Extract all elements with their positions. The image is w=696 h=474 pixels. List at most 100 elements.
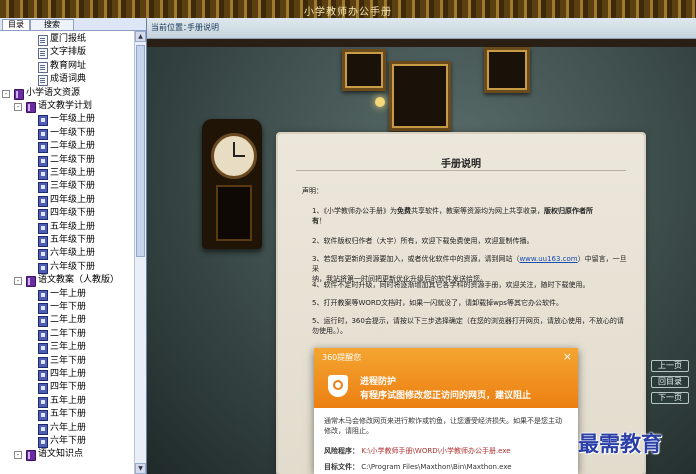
page-icon	[38, 316, 48, 328]
tree-item-label: 六年下册	[50, 436, 87, 446]
tree-item[interactable]: 四年下册	[0, 381, 134, 395]
page-icon	[38, 128, 48, 140]
tree-item[interactable]: 六年下册	[0, 435, 134, 448]
tree-item[interactable]: 文字排版	[0, 46, 134, 60]
page-icon	[38, 329, 48, 341]
close-icon[interactable]: ×	[563, 350, 572, 363]
risk-program-path[interactable]: K:\小学教师手册\WORD\小学教师办公手册.exe	[361, 447, 510, 455]
tab-search[interactable]: 搜索	[30, 19, 74, 30]
tree-item[interactable]: 二年上册	[0, 314, 134, 328]
tab-contents[interactable]: 目录	[2, 19, 30, 30]
tree-item[interactable]: 四年上册	[0, 368, 134, 381]
scroll-down-arrow-icon[interactable]: ▼	[135, 463, 146, 474]
tree-item[interactable]: 三年级上册	[0, 167, 134, 180]
tree-item[interactable]: 四年级下册	[0, 207, 134, 221]
website-link[interactable]: www.uu163.com	[519, 255, 577, 263]
tree-item-label: 小学语文资源	[26, 87, 81, 98]
tree-item[interactable]: - 语文教学计划	[0, 100, 134, 113]
page-icon	[38, 410, 48, 422]
tree-item-label: 教育网址	[50, 60, 87, 71]
tree-item[interactable]: 一年下册	[0, 301, 134, 314]
tree-item-label: 文字排版	[50, 47, 87, 58]
popup-description: 通常木马会修改网页来进行欺诈或钓鱼，让您遭受经济损失。如果不是您主动修改，请阻止…	[324, 417, 562, 435]
wall-clock-icon	[202, 119, 262, 249]
tree-item[interactable]: 二年下册	[0, 328, 134, 341]
tree-item[interactable]: 一年上册	[0, 288, 134, 301]
lamp-icon	[375, 97, 385, 107]
prev-page-button[interactable]: 上一页	[651, 360, 689, 372]
page-icon	[38, 437, 48, 448]
decorative-beam	[147, 39, 696, 47]
paragraph-5: 5、打开教案等WORD文档时，如果一闪就没了，请卸载掉wps等其它办公软件。	[312, 299, 563, 307]
scroll-up-arrow-icon[interactable]: ▲	[135, 31, 146, 42]
tree-item-label: 五年下册	[50, 409, 87, 420]
tree-item[interactable]: 三年下册	[0, 355, 134, 368]
expand-collapse-icon[interactable]: -	[14, 103, 22, 111]
expand-collapse-icon[interactable]: -	[2, 89, 10, 98]
target-file-row: 目标文件： C:\Program Files\Maxthon\Bin\Maxth…	[324, 463, 512, 471]
tree-item-label: 四年上册	[50, 369, 87, 379]
tree-item-label: 成语词典	[50, 74, 87, 85]
tree-item[interactable]: 一年级上册	[0, 113, 134, 127]
statement-label: 声明：	[302, 187, 323, 195]
tree-item-label: 厦门报纸	[50, 34, 87, 44]
tree-item-label: 一年级下册	[50, 127, 96, 138]
page-icon	[38, 249, 48, 261]
tree-item-label: 三年上册	[50, 342, 87, 353]
back-to-contents-button[interactable]: 回目录	[651, 376, 689, 388]
tree-item[interactable]: 二年级下册	[0, 154, 134, 167]
expand-collapse-icon[interactable]: -	[14, 277, 22, 286]
shield-icon	[328, 375, 348, 397]
tree-item-label: 五年级下册	[50, 235, 96, 245]
tree-scrollbar[interactable]: ▲ ▼	[134, 31, 146, 474]
tree-item[interactable]: 五年级上册	[0, 221, 134, 234]
tree-item[interactable]: 教育网址	[0, 60, 134, 73]
page-icon	[38, 396, 48, 408]
document-title: 手册说明	[441, 159, 481, 170]
page-icon	[38, 262, 48, 274]
popup-subheading: 有程序试图修改您正访问的网页，建议阻止	[360, 391, 532, 401]
picture-frame-icon	[389, 61, 451, 131]
page-icon	[38, 303, 48, 314]
paragraph-1: 1、《小学教师办公手册》为免费共享软件，教案等资源均为网上共享收录，版权归原作者…	[312, 207, 593, 225]
tree-item[interactable]: 五年上册	[0, 395, 134, 408]
target-file-path: C:\Program Files\Maxthon\Bin\Maxthon.exe	[361, 463, 512, 471]
page-icon	[38, 195, 48, 207]
tree-item-label: 二年级上册	[50, 141, 96, 152]
scrollbar-thumb[interactable]	[136, 45, 145, 257]
tree-item[interactable]: 六年级下册	[0, 261, 134, 274]
tree-item[interactable]: - 小学语文资源	[0, 87, 134, 100]
tree-item-label: 语文教案（人教版）	[38, 275, 120, 286]
tree-item-label: 五年上册	[50, 395, 87, 406]
expand-collapse-icon[interactable]: -	[14, 451, 22, 460]
page-icon	[38, 115, 48, 127]
book-icon	[26, 450, 36, 462]
page-icon	[38, 383, 48, 395]
tree-item[interactable]: - 语文知识点	[0, 448, 134, 462]
tree-item[interactable]: 五年下册	[0, 408, 134, 422]
next-page-button[interactable]: 下一页	[651, 392, 689, 404]
tree-item-label: 六年上册	[50, 422, 87, 433]
tree-item[interactable]: 四年级上册	[0, 194, 134, 207]
tree-item[interactable]: 二年级上册	[0, 140, 134, 154]
watermark-text: 最需教育	[578, 432, 662, 456]
tree-item-label: 四年级上册	[50, 194, 96, 205]
tree-item[interactable]: 三年级下册	[0, 180, 134, 194]
tree-item[interactable]: 三年上册	[0, 341, 134, 355]
directory-tree: 厦门报纸 文字排版 教育网址 成语词典 - 小学语文资源 - 语文教学计划 一年级上册 一年级下册…	[0, 31, 134, 474]
tree-item[interactable]: 六年级上册	[0, 247, 134, 261]
tree-item-label: 二年级下册	[50, 154, 96, 165]
pane-tabs: 目录 搜索	[0, 18, 146, 31]
tree-item[interactable]: 成语词典	[0, 73, 134, 87]
popup-heading: 进程防护	[360, 377, 397, 387]
tree-item[interactable]: 五年级下册	[0, 234, 134, 247]
book-icon	[26, 102, 36, 113]
tree-item[interactable]: 六年上册	[0, 422, 134, 435]
paragraph-2: 2、软件版权归作者（大宇）所有，欢迎下载免费使用，欢迎复制传播。	[312, 237, 534, 245]
document-icon	[38, 35, 48, 46]
tree-item[interactable]: - 语文教案（人教版）	[0, 274, 134, 288]
tree-item[interactable]: 厦门报纸	[0, 33, 134, 46]
document-icon	[38, 61, 48, 73]
tree-item[interactable]: 一年级下册	[0, 127, 134, 140]
title-bar: 小学教师办公手册	[0, 0, 696, 19]
